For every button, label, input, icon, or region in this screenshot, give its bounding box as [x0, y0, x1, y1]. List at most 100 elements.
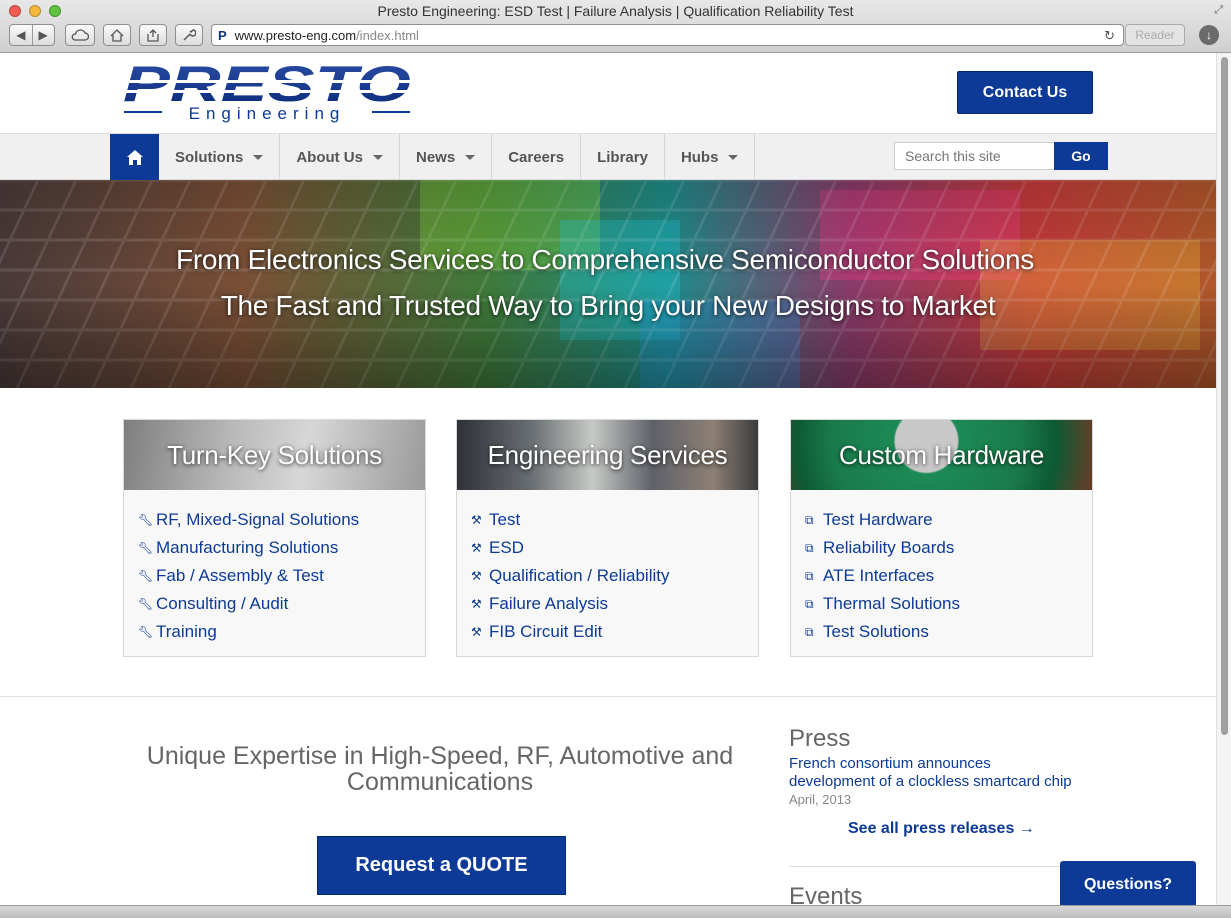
caret-down-icon [465, 154, 476, 160]
list-item[interactable]: ⧉ Thermal Solutions [805, 590, 1092, 618]
list-item[interactable]: ⚒ Test [471, 506, 758, 534]
fullscreen-icon[interactable]: ⤢ [1214, 4, 1223, 17]
home-button[interactable] [103, 24, 131, 46]
nav-news[interactable]: News [400, 134, 493, 180]
list-item[interactable]: 🔧︎ RF, Mixed-Signal Solutions [138, 506, 425, 534]
list-item[interactable]: ⚒ Failure Analysis [471, 590, 758, 618]
link-text: RF, Mixed-Signal Solutions [156, 510, 360, 529]
press-headline-link[interactable]: French consortium announces development … [789, 755, 1072, 790]
expertise-tagline: Unique Expertise in High-Speed, RF, Auto… [146, 742, 734, 796]
url-path: /index.html [356, 27, 419, 43]
presto-logo[interactable]: PRESTO Engineering [122, 63, 412, 125]
downloads-icon[interactable]: ↓ [1199, 25, 1219, 45]
circuit-background-image [0, 180, 1216, 388]
list-item[interactable]: ⚒ FIB Circuit Edit [471, 618, 758, 646]
contact-us-button[interactable]: Contact Us [957, 71, 1093, 114]
browser-status-bar [0, 905, 1231, 918]
card-title: Turn-Key Solutions [167, 439, 382, 470]
turn-key-solutions-card: Turn-Key Solutions 🔧︎ RF, Mixed-Signal So… [123, 419, 426, 657]
list-item[interactable]: ⧉ Test Solutions [805, 618, 1092, 646]
list-item[interactable]: ⚒ Qualification / Reliability [471, 562, 758, 590]
reload-icon[interactable]: ↻ [1104, 28, 1115, 44]
press-heading: Press [789, 725, 851, 752]
list-item[interactable]: 🔧︎ Training [138, 618, 425, 646]
list-item[interactable]: ⚒ ESD [471, 534, 758, 562]
wrench-icon: 🔧︎ [138, 597, 154, 611]
wrench-tool-icon [183, 29, 196, 41]
caret-down-icon [253, 154, 264, 160]
link-text: Thermal Solutions [823, 594, 961, 613]
reader-button[interactable]: Reader [1125, 24, 1185, 46]
sitemap-icon: ⧉ [805, 568, 814, 583]
link-text: Consulting / Audit [156, 594, 289, 613]
card-header[interactable]: Engineering Services [457, 420, 758, 490]
link-text: Test [489, 510, 521, 529]
extensions-button[interactable] [175, 24, 203, 46]
list-item[interactable]: 🔧︎ Consulting / Audit [138, 590, 425, 618]
link-text: Training [156, 622, 217, 641]
vertical-scrollbar[interactable] [1216, 53, 1231, 905]
link-text: ESD [489, 538, 524, 557]
list-item[interactable]: 🔧︎ Manufacturing Solutions [138, 534, 425, 562]
list-item[interactable]: ⧉ Reliability Boards [805, 534, 1092, 562]
see-all-press-link[interactable]: See all press releases → [848, 820, 1035, 838]
engineering-services-card: Engineering Services ⚒ Test ⚒ ESD ⚒ Qualifi… [456, 419, 759, 657]
press-item: French consortium announces development … [789, 755, 1079, 809]
questions-chat-button[interactable]: Questions? [1060, 861, 1196, 905]
link-text: Failure Analysis [489, 594, 609, 613]
icloud-tabs-button[interactable] [65, 24, 95, 46]
link-text: Fab / Assembly & Test [156, 566, 324, 585]
url-host: www.presto-eng.com [234, 27, 357, 43]
section-divider [0, 696, 1216, 697]
hero-headline: From Electronics Services to Comprehensi… [176, 244, 1034, 275]
search-go-button[interactable]: Go [1054, 142, 1108, 170]
list-item[interactable]: ⧉ ATE Interfaces [805, 562, 1092, 590]
request-quote-button[interactable]: Request a QUOTE [317, 836, 566, 895]
card-header[interactable]: Custom Hardware [791, 420, 1092, 490]
forward-arrow-icon[interactable]: ▶ [39, 28, 48, 42]
sitemap-icon: ⧉ [805, 540, 814, 555]
hero-subheadline: The Fast and Trusted Way to Bring your N… [220, 290, 996, 321]
nav-hubs[interactable]: Hubs [665, 134, 756, 180]
sitemap-icon: ⧉ [805, 512, 814, 527]
card-link-list: 🔧︎ RF, Mixed-Signal Solutions 🔧︎ Manufactu… [124, 490, 425, 646]
address-bar[interactable]: P www.presto-eng.com/index.html ↻ [211, 24, 1124, 46]
nav-library[interactable]: Library [581, 134, 665, 180]
svg-text:Engineering: Engineering [189, 104, 346, 123]
sitemap-icon: ⧉ [805, 596, 814, 611]
nav-careers-label: Careers [508, 148, 565, 166]
tools-icon: ⚒ [471, 513, 482, 527]
tools-icon: ⚒ [471, 541, 482, 555]
nav-solutions-label: Solutions [175, 148, 244, 166]
link-text: Test Hardware [823, 510, 933, 529]
share-button[interactable] [139, 24, 167, 46]
nav-about-label: About Us [296, 148, 363, 166]
back-forward-buttons[interactable]: ◀ ▶ [9, 24, 55, 46]
card-title: Custom Hardware [838, 439, 1044, 470]
list-item[interactable]: ⧉ Test Hardware [805, 506, 1092, 534]
site-favicon-icon: P [218, 27, 227, 43]
nav-library-label: Library [597, 148, 648, 166]
main-nav: Solutions About Us News Careers Library … [0, 133, 1216, 180]
home-nav-button[interactable] [110, 134, 159, 180]
tools-icon: ⚒ [471, 597, 482, 611]
link-text: FIB Circuit Edit [489, 622, 603, 641]
wrench-icon: 🔧︎ [138, 569, 154, 583]
nav-careers[interactable]: Careers [492, 134, 582, 180]
search-input[interactable] [894, 142, 1055, 170]
nav-news-label: News [416, 148, 456, 166]
scrollbar-thumb[interactable] [1221, 57, 1228, 735]
nav-menu: Solutions About Us News Careers Library … [159, 134, 756, 180]
nav-about-us[interactable]: About Us [280, 134, 400, 180]
events-divider [789, 866, 1092, 867]
caret-down-icon [728, 154, 739, 160]
list-item[interactable]: 🔧︎ Fab / Assembly & Test [138, 562, 425, 590]
sitemap-icon: ⧉ [805, 624, 814, 639]
wrench-icon: 🔧︎ [138, 625, 154, 639]
hero-banner: From Electronics Services to Comprehensi… [0, 180, 1216, 388]
back-arrow-icon[interactable]: ◀ [16, 28, 25, 42]
card-header[interactable]: Turn-Key Solutions [124, 420, 425, 490]
events-heading: Events [789, 883, 863, 905]
nav-solutions[interactable]: Solutions [159, 134, 281, 180]
link-text: Reliability Boards [823, 538, 955, 557]
